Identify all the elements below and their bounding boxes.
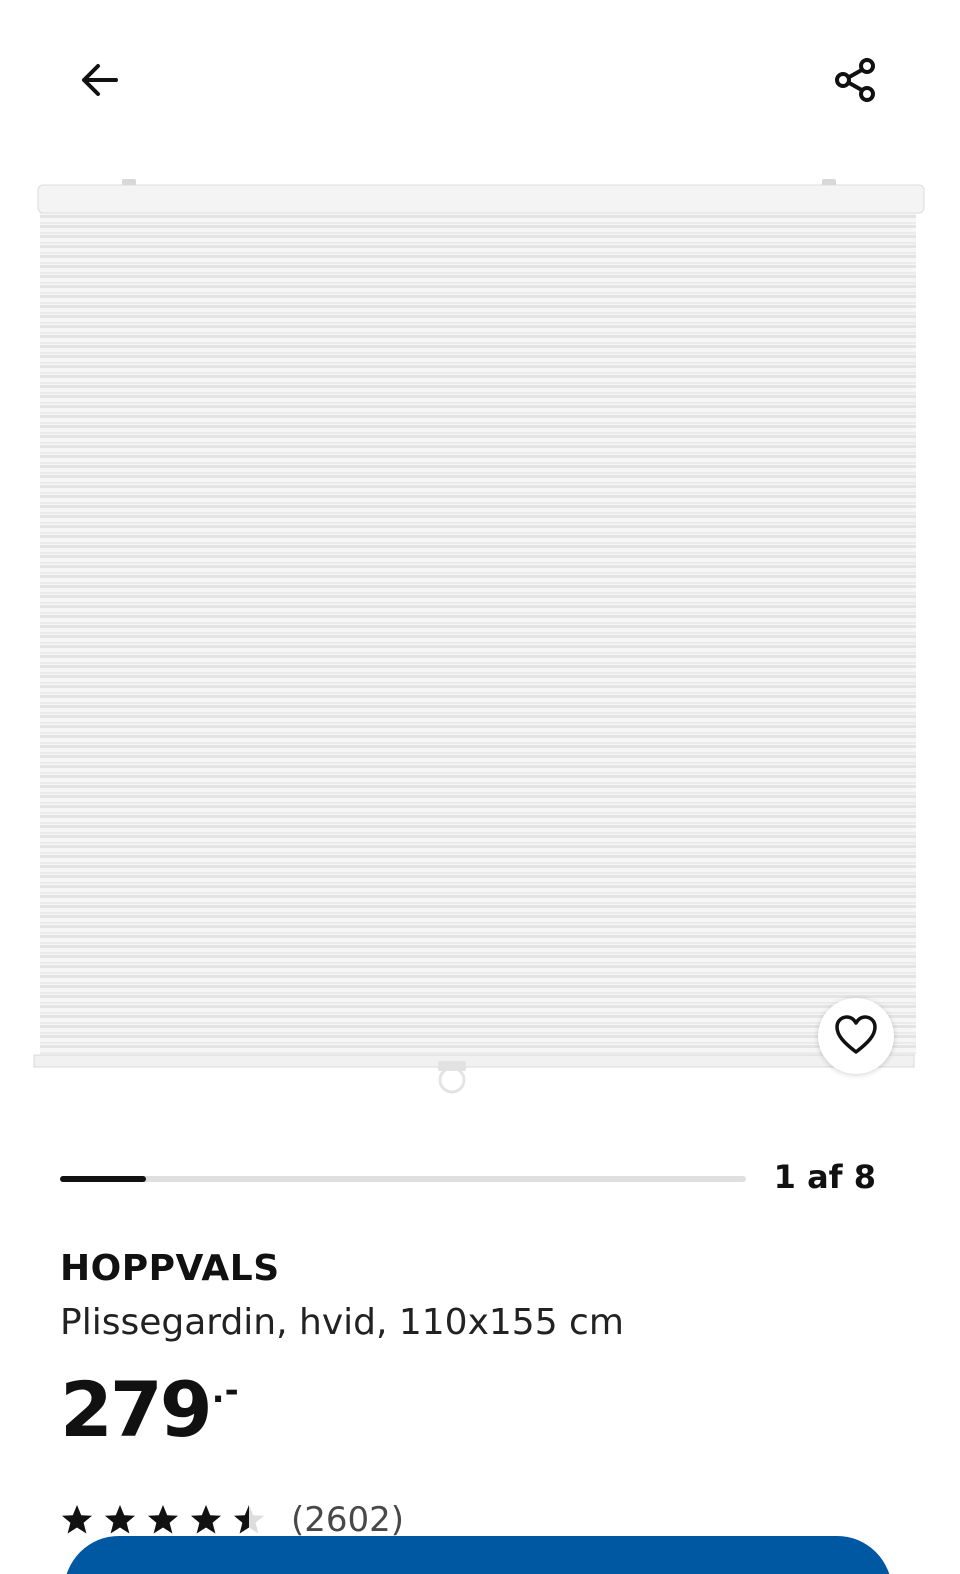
product-image-gallery[interactable]	[30, 175, 930, 1105]
product-description: Plissegardin, hvid, 110x155 cm	[60, 1302, 624, 1343]
gallery-progress-fill	[60, 1176, 146, 1182]
star-half-icon	[234, 1505, 264, 1534]
product-name: HOPPVALS	[60, 1248, 280, 1289]
star-full-icon	[105, 1505, 135, 1534]
star-full-icon	[191, 1505, 221, 1534]
gallery-counter: 1 af 8	[773, 1158, 876, 1196]
arrow-left-icon	[82, 64, 118, 96]
add-to-cart-button[interactable]	[64, 1536, 892, 1574]
share-button[interactable]	[816, 40, 896, 120]
star-full-icon	[62, 1505, 92, 1534]
product-price: 279 .-	[60, 1372, 239, 1448]
favourite-button[interactable]	[818, 998, 894, 1074]
star-full-icon	[148, 1505, 178, 1534]
back-button[interactable]	[60, 40, 140, 120]
heart-icon	[835, 1015, 877, 1054]
share-icon	[835, 58, 875, 102]
product-page: 1 af 8 HOPPVALS Plissegardin, hvid, 110x…	[0, 0, 960, 1574]
product-image	[33, 179, 925, 1094]
price-suffix: .-	[211, 1371, 239, 1411]
gallery-progress	[60, 1176, 746, 1182]
price-value: 279	[60, 1365, 213, 1454]
review-count: (2602)	[291, 1500, 405, 1540]
product-rating[interactable]: (2602)	[60, 1500, 404, 1540]
rating-stars	[60, 1503, 275, 1537]
